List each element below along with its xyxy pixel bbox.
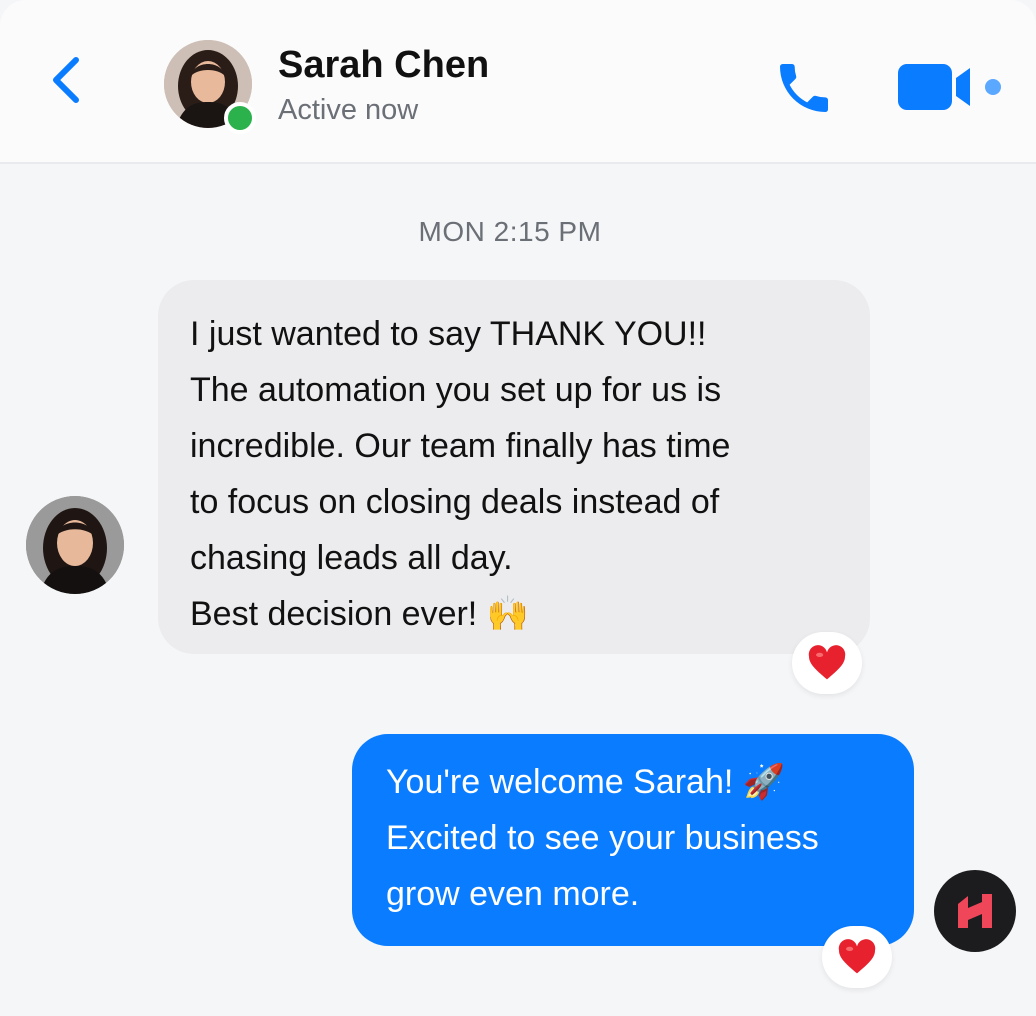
message-line: The automation you set up for us is <box>190 371 722 409</box>
heart-icon <box>838 939 876 974</box>
call-button[interactable] <box>772 56 836 120</box>
contact-name: Sarah Chen <box>278 44 490 86</box>
message-timestamp: MON 2:15 PM <box>418 216 602 247</box>
phone-icon <box>780 64 828 112</box>
chevron-left-icon <box>53 57 79 103</box>
contact-status: Active now <box>278 94 419 126</box>
message-line: chasing leads all day. <box>190 539 513 577</box>
message-line: to focus on closing deals instead of <box>190 483 720 521</box>
video-call-button[interactable] <box>896 58 1006 118</box>
brand-mark-icon <box>958 894 992 928</box>
chat-header: Sarah Chen Active now <box>0 0 1036 164</box>
message-line: Excited to see your business <box>386 819 819 857</box>
message-line: incredible. Our team finally has time <box>190 427 731 465</box>
rocket-emoji: 🚀 <box>742 762 786 802</box>
message-line: grow even more. <box>386 875 640 913</box>
message-text: Best decision ever! <box>190 595 478 633</box>
video-camera-icon <box>898 64 1001 110</box>
back-button[interactable] <box>44 52 88 108</box>
heart-icon <box>808 645 846 680</box>
online-status-indicator <box>224 102 256 134</box>
raising-hands-emoji: 🙌 <box>486 594 530 634</box>
outgoing-message-bubble[interactable]: You're welcome Sarah! 🚀 Excited to see y… <box>352 734 914 946</box>
incoming-message-bubble[interactable]: I just wanted to say THANK YOU!! The aut… <box>158 280 870 654</box>
message-line: I just wanted to say THANK YOU!! <box>190 315 707 353</box>
sender-avatar[interactable] <box>26 496 124 594</box>
message-text: You're welcome Sarah! <box>386 763 734 801</box>
heart-reaction[interactable] <box>822 926 892 988</box>
message-line-first: You're welcome Sarah! 🚀 <box>386 754 894 810</box>
heart-reaction[interactable] <box>792 632 862 694</box>
message-line-last: Best decision ever! 🙌 <box>190 586 840 642</box>
brand-logo <box>934 870 1016 952</box>
